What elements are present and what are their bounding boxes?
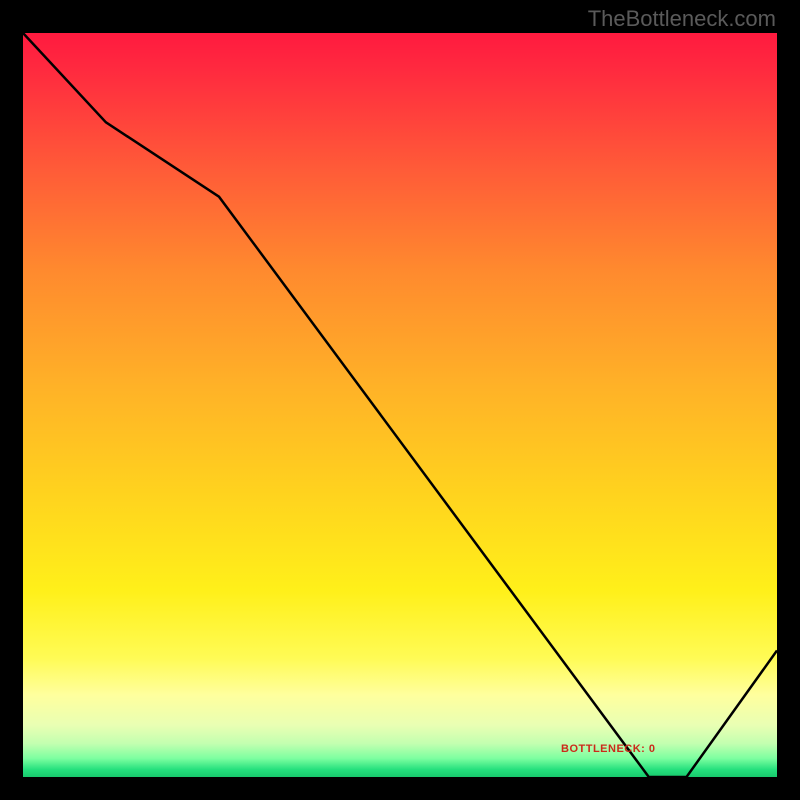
chart-plot-area: BOTTLENECK: 0 (23, 33, 777, 777)
chart-frame: BOTTLENECK: 0 (20, 30, 780, 780)
bottleneck-chart (23, 33, 777, 777)
bottleneck-value-label: BOTTLENECK: 0 (561, 743, 656, 755)
watermark-text: TheBottleneck.com (588, 6, 776, 32)
gradient-background (23, 33, 777, 777)
